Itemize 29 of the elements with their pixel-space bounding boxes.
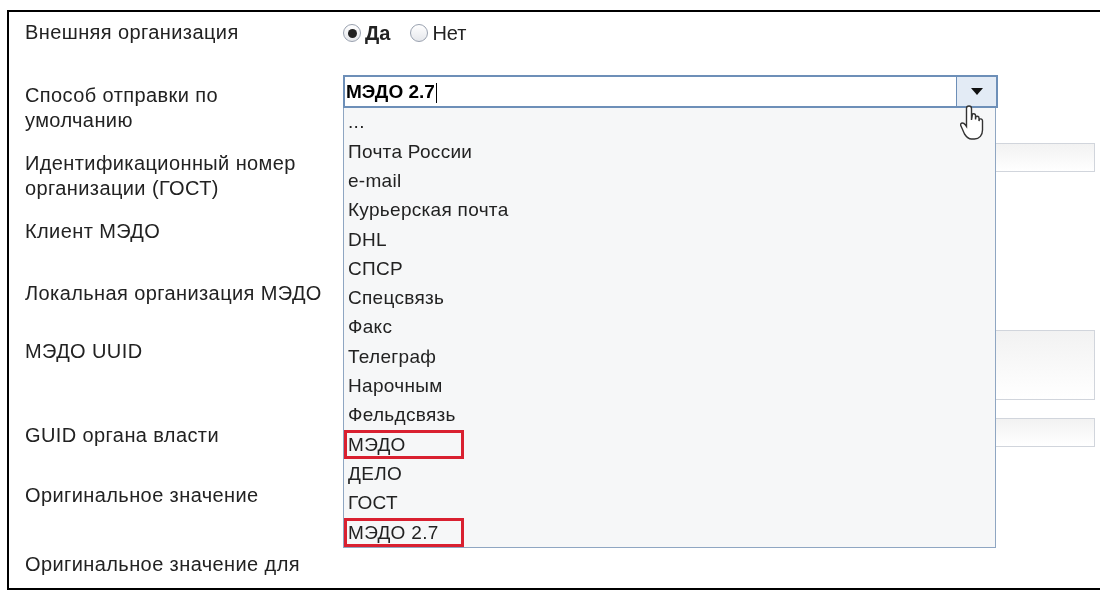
dropdown-option[interactable]: ... [347,108,366,137]
dropdown-option[interactable]: Факс [347,313,394,342]
caret-icon [970,88,983,95]
dropdown-option[interactable]: Курьерская почта [347,196,510,225]
dropdown-button[interactable] [956,77,996,106]
field-label: МЭДО UUID [25,339,144,364]
dropdown-option[interactable]: Спецсвязь [347,284,446,313]
field-label: Способ отправки по умолчанию [25,83,219,133]
field-label: Оригинальное значение для [25,552,301,577]
radio-option[interactable]: Нет [410,18,467,48]
dropdown-option[interactable]: МЭДО 2.7 [344,518,464,548]
dropdown-option[interactable]: DHL [347,225,388,255]
field-label: Клиент МЭДО [25,219,162,244]
dropdown-option[interactable]: Телеграф [347,342,438,372]
field-label: GUID органа власти [25,423,220,448]
dropdown-option[interactable]: СПСР [347,254,404,284]
field-label: Оригинальное значение [25,483,260,508]
field-label: Внешняя организация [25,20,240,45]
dropdown-option[interactable]: МЭДО [344,430,464,460]
dropdown-option[interactable]: ГОСТ [347,489,399,518]
radio-option[interactable]: Да [343,18,391,48]
dropdown-option[interactable]: Почта России [347,137,474,167]
dropdown-option[interactable]: e-mail [347,167,403,196]
dropdown-option[interactable]: Нарочным [347,372,444,401]
dropdown-option[interactable]: Фельдсвязь [347,401,457,430]
dropdown-option[interactable]: ДЕЛО [347,459,403,489]
combo-box[interactable]: МЭДО 2.7 [343,75,998,108]
field-label: Идентификационный номер организации (ГОСТ) [25,151,297,201]
field-label: Локальная организация МЭДО [25,281,323,306]
